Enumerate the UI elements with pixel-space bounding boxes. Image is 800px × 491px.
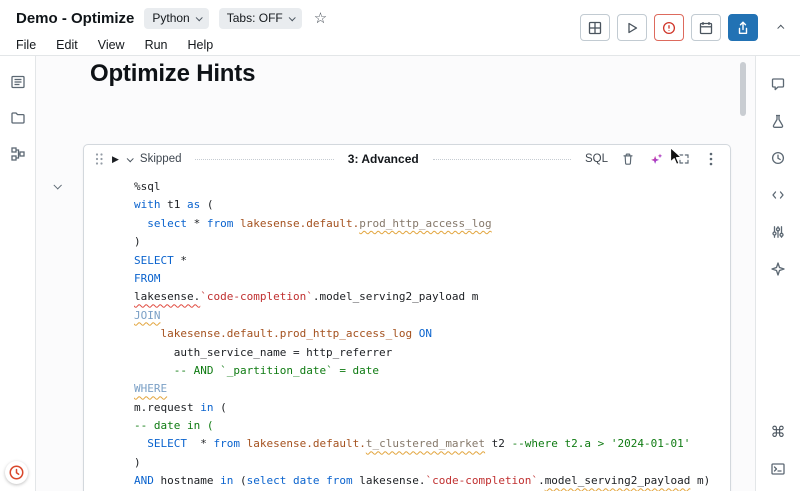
code-line[interactable]: auth_service_name = http_referrer (134, 344, 724, 362)
code-line[interactable]: ) (134, 454, 724, 472)
left-sidebar (0, 56, 36, 491)
scrollbar-thumb[interactable] (740, 62, 746, 116)
comments-icon (769, 75, 787, 93)
mouse-cursor (669, 146, 684, 167)
chevron-up-icon (777, 25, 784, 32)
menu-run[interactable]: Run (145, 38, 168, 52)
code-line[interactable]: FROM (134, 270, 724, 288)
folder-icon (9, 109, 27, 127)
language-selector-label: Python (152, 11, 189, 25)
calendar-icon (697, 19, 715, 37)
layout-grid-icon (586, 19, 604, 37)
menu-file[interactable]: File (16, 38, 36, 52)
code-line[interactable]: select * from lakesense.default.prod_htt… (134, 215, 724, 233)
notebook-canvas: Optimize Hints ▶ (36, 56, 755, 491)
code-line[interactable]: %sql (134, 178, 724, 196)
play-icon (623, 19, 641, 37)
chevron-down-icon (288, 14, 295, 21)
environment-sliders-icon (769, 223, 787, 241)
cell-toolbar: ▶ Skipped 3: Advanced SQL (84, 145, 730, 173)
run-options-chevron-icon[interactable] (127, 155, 134, 162)
code-line[interactable]: with t1 as ( (134, 196, 724, 214)
assistant-button[interactable] (646, 149, 666, 169)
top-bar: Demo - Optimize Python Tabs: OFF ☆ File E… (0, 0, 800, 56)
chevron-down-icon (195, 14, 202, 21)
kebab-menu-icon (704, 151, 718, 167)
assistant-panel-button[interactable] (766, 257, 790, 281)
app-window: Demo - Optimize Python Tabs: OFF ☆ File E… (0, 0, 800, 491)
experiments-panel-button[interactable] (766, 109, 790, 133)
variables-code-icon (769, 186, 787, 204)
divider (433, 159, 571, 160)
cell-title[interactable]: 3: Advanced (348, 152, 419, 166)
cell-status: Skipped (140, 153, 182, 165)
version-history-icon (769, 149, 787, 167)
code-line[interactable]: lakesense.`code-completion`.model_servin… (134, 288, 724, 306)
right-sidebar: ⌘ (755, 56, 800, 491)
workflows-icon (9, 145, 27, 163)
collapse-header-button[interactable] (775, 21, 788, 34)
code-editor[interactable]: %sqlwith t1 as ( select * from lakesense… (84, 173, 730, 491)
environment-panel-button[interactable] (766, 220, 790, 244)
page-title: Optimize Hints (90, 60, 755, 88)
terminal-icon (769, 460, 787, 478)
cell-language-badge[interactable]: SQL (585, 153, 608, 165)
menu-help[interactable]: Help (188, 38, 214, 52)
interrupt-button[interactable] (654, 14, 684, 41)
run-all-button[interactable] (617, 14, 647, 41)
terminal-button[interactable] (766, 457, 790, 481)
code-line[interactable]: -- date in ( (134, 417, 724, 435)
layout-grid-button[interactable] (580, 14, 610, 41)
share-icon (734, 19, 752, 37)
code-line[interactable]: WHERE (134, 380, 724, 398)
code-line[interactable]: m.request in ( (134, 399, 724, 417)
version-history-panel-button[interactable] (766, 146, 790, 170)
session-clock-badge[interactable] (5, 461, 28, 484)
interrupt-icon (660, 19, 678, 37)
code-line[interactable]: AND hostname in (select date from lakese… (134, 472, 724, 490)
code-line[interactable]: JOIN (134, 307, 724, 325)
notebook-scrollbar[interactable] (740, 62, 746, 485)
trash-icon (620, 151, 636, 167)
menu-bar: File Edit View Run Help (16, 38, 327, 52)
assistant-sparkle-icon (648, 151, 664, 167)
shortcuts-button[interactable]: ⌘ (766, 420, 790, 444)
language-selector[interactable]: Python (144, 8, 208, 29)
schedule-button[interactable] (691, 14, 721, 41)
code-line[interactable]: lakesense.default.prod_http_access_log O… (134, 325, 724, 343)
delete-cell-button[interactable] (618, 149, 638, 169)
experiments-flask-icon (769, 112, 787, 130)
folder-panel-button[interactable] (6, 106, 30, 130)
clock-icon (8, 464, 25, 481)
menu-view[interactable]: View (98, 38, 125, 52)
contents-icon (9, 73, 27, 91)
workflows-panel-button[interactable] (6, 142, 30, 166)
notebook-title: Demo - Optimize (16, 10, 134, 27)
cell-menu-button[interactable] (702, 149, 720, 169)
code-line[interactable]: SELECT * (134, 252, 724, 270)
header-actions (580, 0, 800, 55)
menu-edit[interactable]: Edit (56, 38, 78, 52)
contents-panel-button[interactable] (6, 70, 30, 94)
notebook-cell: ▶ Skipped 3: Advanced SQL (83, 144, 731, 491)
assistant-spark-icon (769, 260, 787, 278)
favorite-star-icon[interactable]: ☆ (314, 11, 327, 26)
divider (195, 159, 333, 160)
share-button[interactable] (728, 14, 758, 41)
drag-handle-icon[interactable] (94, 152, 104, 166)
code-line[interactable]: ) (134, 233, 724, 251)
code-line[interactable]: SELECT * from lakesense.default.t_cluste… (134, 435, 724, 453)
run-cell-button[interactable]: ▶ (112, 155, 119, 164)
tabs-selector-label: Tabs: OFF (227, 11, 283, 25)
chevron-down-icon (53, 181, 61, 189)
comments-panel-button[interactable] (766, 72, 790, 96)
variables-panel-button[interactable] (766, 183, 790, 207)
code-line[interactable]: -- AND `_partition_date` = date (134, 362, 724, 380)
shortcuts-command-icon: ⌘ (771, 425, 786, 440)
cell-row: ▶ Skipped 3: Advanced SQL (36, 144, 741, 491)
cell-collapse-button[interactable] (54, 176, 60, 194)
tabs-selector[interactable]: Tabs: OFF (219, 8, 302, 29)
